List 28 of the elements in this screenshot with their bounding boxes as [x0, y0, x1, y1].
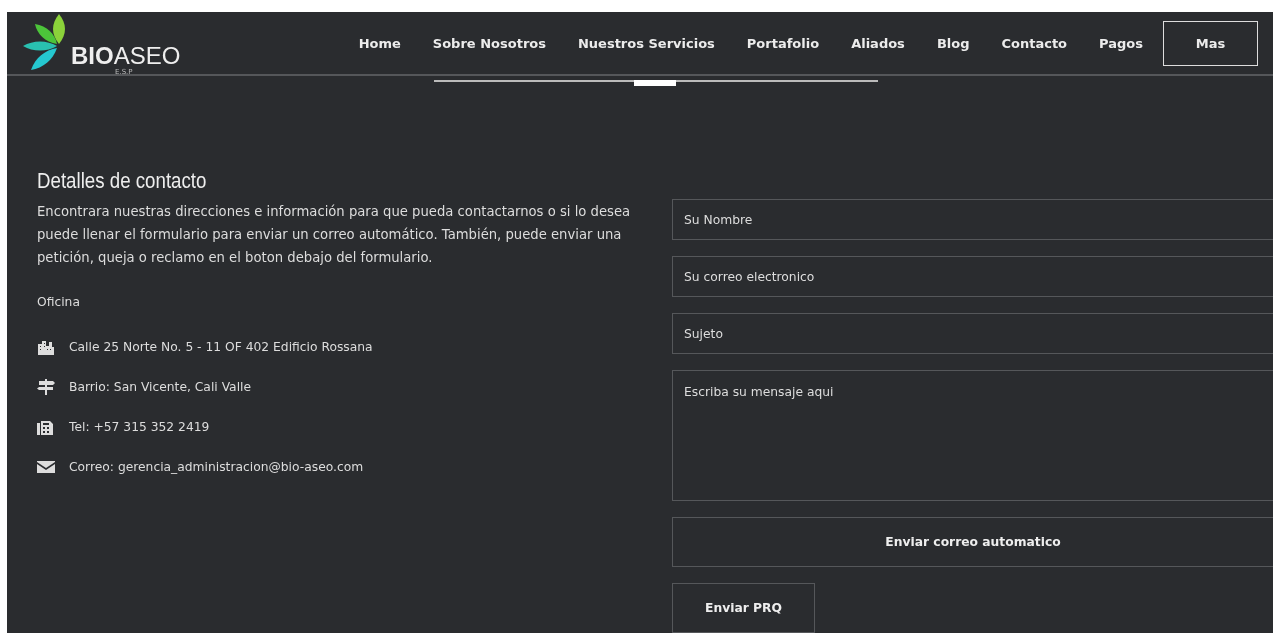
message-field[interactable]: Escriba su mensaje aqui	[672, 370, 1273, 501]
send-email-button[interactable]: Enviar correo automatico	[672, 517, 1273, 567]
contact-detail: Calle 25 Norte No. 5 - 11 OF 402 Edificio Rossana	[69, 340, 373, 354]
brand-name: BIOASEO	[71, 44, 181, 68]
input-field[interactable]: Su Nombre	[672, 199, 1273, 240]
scroll-thumb[interactable]	[634, 80, 676, 86]
input-field[interactable]: Sujeto	[672, 313, 1273, 354]
nav-link[interactable]: Portafolio	[730, 35, 836, 51]
nav-link[interactable]: Pagos	[1083, 35, 1159, 51]
nav-link[interactable]: Home	[342, 35, 417, 51]
office-label: Oficina	[37, 295, 81, 309]
input-field[interactable]: Su correo electronico	[672, 256, 1273, 297]
more-button[interactable]: Mas	[1163, 20, 1258, 66]
prq-button[interactable]: Enviar PRQ	[672, 583, 815, 633]
nav-link[interactable]: Sobre Nosotros	[416, 35, 562, 51]
contact-detail: Barrio: San Vicente, Cali Valle	[69, 380, 252, 394]
building-icon	[37, 339, 55, 355]
signpost-icon	[37, 379, 55, 395]
nav-link[interactable]: Aliados	[835, 35, 921, 51]
section-title: Detalles de contacto	[37, 168, 208, 194]
nav-link[interactable]: Contacto	[985, 35, 1084, 51]
description-text: Encontrara nuestras direcciones e información para que pueda contactarnos o si lo desea puede llenar el formulario para enviar un correo automático. También, puede enviar una petición, queja o reclamo en el boton debajo del formulario.	[37, 203, 632, 267]
fax-icon	[37, 419, 55, 435]
nav-link[interactable]: Nuestros Servicios	[561, 35, 731, 51]
contact-detail: Tel: +57 315 352 2419	[69, 420, 210, 434]
contact-detail: Correo: gerencia_administracion@bio-aseo.com	[69, 460, 364, 474]
nav-link[interactable]: Blog	[920, 35, 986, 51]
mail-icon	[37, 459, 55, 475]
